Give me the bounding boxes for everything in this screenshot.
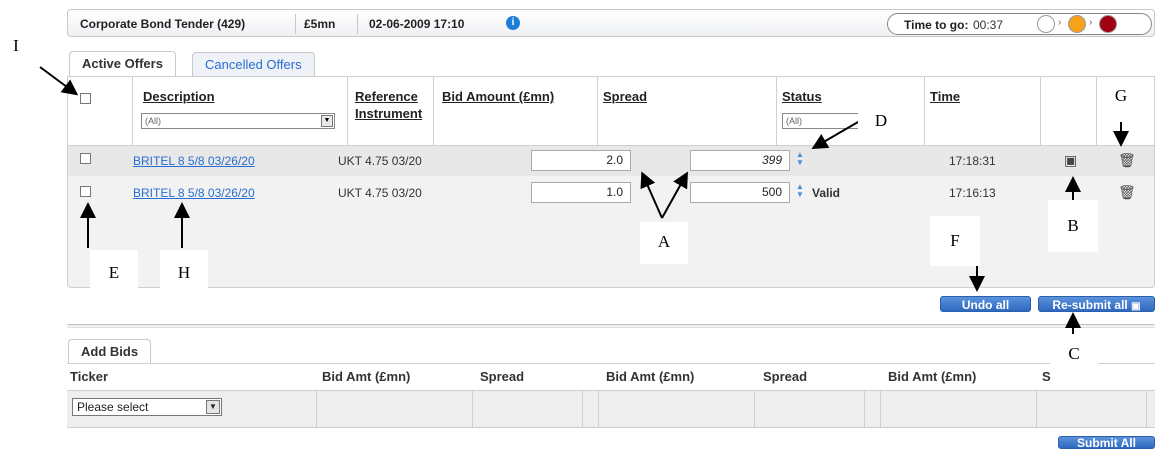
annotation-arrows [39, 66, 1129, 334]
annotation-label-h: H [160, 250, 208, 294]
annotation-label-f: F [930, 216, 980, 266]
arrow-a2 [661, 171, 688, 219]
annotation-label-b: B [1048, 200, 1098, 252]
annotation-label-g: G [1110, 86, 1132, 106]
annotation-label-c: C [1050, 336, 1098, 376]
annotation-label-a: A [640, 222, 688, 264]
annotation-label-i: I [8, 36, 24, 56]
arrow-a1 [640, 171, 663, 219]
annotation-label-e: E [90, 250, 138, 294]
arrow-i [39, 66, 79, 96]
arrow-d [811, 121, 859, 150]
annotation-label-d: D [858, 110, 904, 144]
